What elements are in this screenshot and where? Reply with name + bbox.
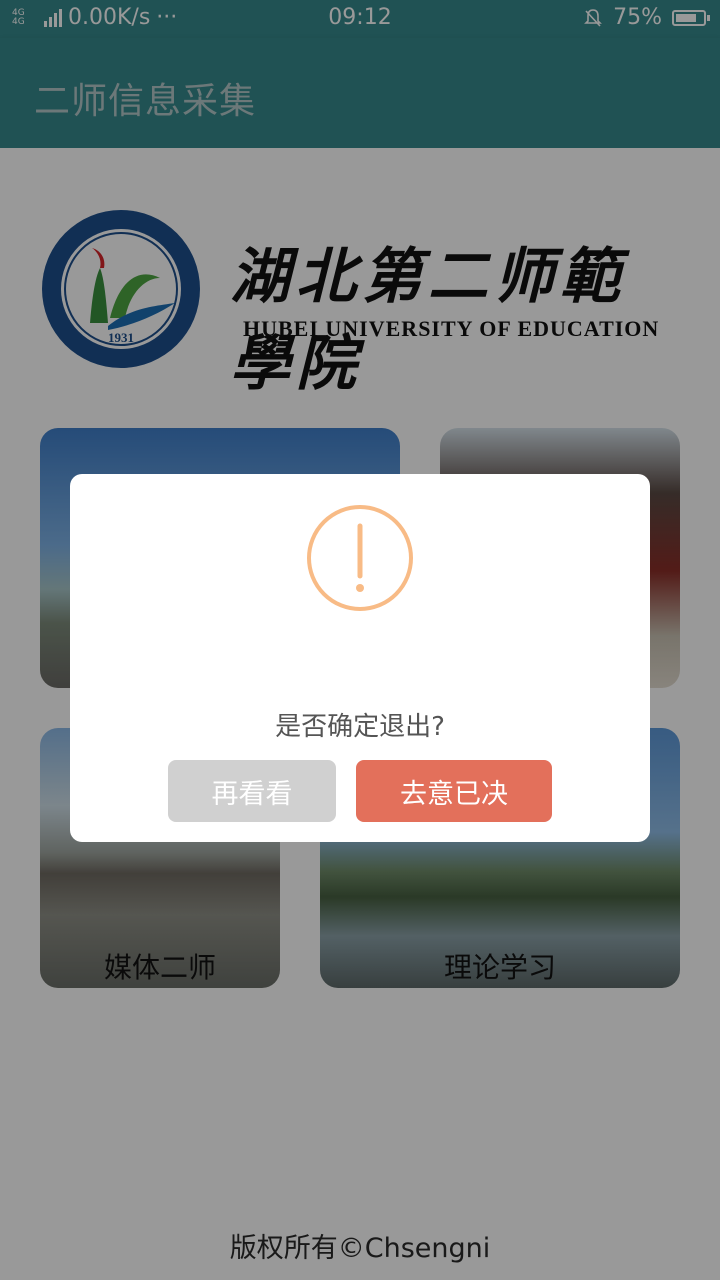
dialog-message: 是否确定退出?: [275, 712, 445, 742]
exclamation-circle-icon: [307, 505, 413, 611]
cancel-button[interactable]: 再看看: [168, 760, 336, 822]
exit-confirm-dialog: 是否确定退出? 再看看 去意已决: [70, 474, 650, 842]
confirm-exit-button[interactable]: 去意已决: [356, 760, 552, 822]
